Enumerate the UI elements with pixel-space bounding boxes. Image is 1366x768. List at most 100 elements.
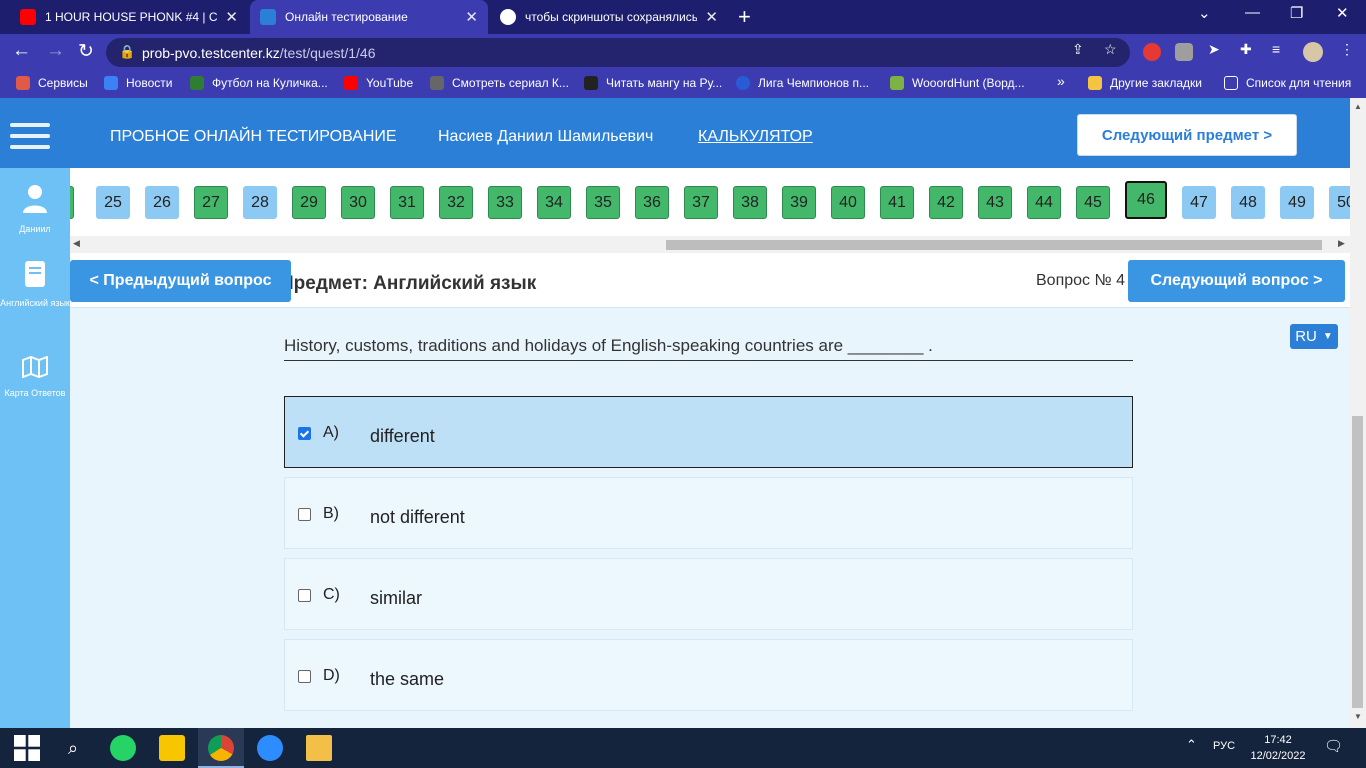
question-number[interactable]: 28 (243, 186, 277, 219)
question-number-current[interactable]: 46 (1125, 181, 1167, 219)
bookmark-manga[interactable]: Читать мангу на Ру... (584, 76, 722, 90)
bookmark-wooordhunt[interactable]: WooordHunt (Ворд... (890, 76, 1025, 90)
whatsapp-icon[interactable] (110, 735, 136, 761)
question-number[interactable]: 29 (292, 186, 326, 219)
question-number[interactable]: 27 (194, 186, 228, 219)
close-tab-icon[interactable]: ✕ (465, 8, 478, 26)
profile-avatar[interactable] (1303, 42, 1323, 62)
file-explorer-icon[interactable] (306, 735, 332, 761)
vertical-scrollbar[interactable]: ▲ ▼ (1350, 98, 1366, 728)
question-number[interactable]: 42 (929, 186, 963, 219)
question-number[interactable]: 49 (1280, 186, 1314, 219)
previous-question-button[interactable]: < Предыдущий вопрос (70, 260, 291, 302)
scroll-up-icon[interactable]: ▲ (1354, 102, 1362, 111)
windows-start-icon[interactable] (14, 735, 40, 761)
reload-icon[interactable]: ↻ (78, 40, 94, 63)
scrollbar-thumb[interactable] (1352, 416, 1363, 708)
sidebar-item-subject[interactable]: Английский язык (0, 260, 70, 310)
answer-option-c[interactable]: C) similar (284, 558, 1133, 630)
bookmark-other[interactable]: Другие закладки (1088, 76, 1202, 90)
question-number[interactable]: 40 (831, 186, 865, 219)
chevron-up-icon[interactable]: ⌃ (1186, 737, 1197, 753)
search-icon[interactable]: ⌕ (60, 735, 86, 761)
question-number[interactable]: 33 (488, 186, 522, 219)
sticky-notes-icon[interactable] (159, 735, 185, 761)
keyboard-language[interactable]: РУС (1213, 740, 1235, 752)
bookmark-youtube[interactable]: YouTube (344, 76, 413, 90)
answer-checkbox[interactable] (298, 670, 311, 683)
close-window-icon[interactable]: ✕ (1336, 4, 1349, 22)
next-subject-button[interactable]: Следующий предмет > (1077, 114, 1297, 156)
bookmark-star-icon[interactable]: ☆ (1104, 41, 1117, 58)
question-number[interactable]: 50 (1329, 186, 1350, 219)
extensions-puzzle-icon[interactable]: ✚ (1240, 41, 1252, 58)
new-tab-button[interactable]: + (738, 4, 751, 30)
bookmark-label: Футбол на Куличка... (212, 76, 328, 90)
question-number[interactable]: 48 (1231, 186, 1265, 219)
scroll-right-icon[interactable]: ▶ (1338, 238, 1345, 249)
question-number[interactable]: 26 (145, 186, 179, 219)
horizontal-scrollbar[interactable]: ◀ ▶ (70, 236, 1350, 253)
question-number[interactable]: 36 (635, 186, 669, 219)
question-number[interactable]: 34 (537, 186, 571, 219)
question-number[interactable]: 25 (96, 186, 130, 219)
question-number[interactable]: 38 (733, 186, 767, 219)
language-select[interactable]: RU ▼ (1290, 324, 1338, 349)
notifications-icon[interactable]: 🗨 (1324, 737, 1343, 755)
browser-tab-google[interactable]: чтобы скриншоты сохранялись ✕ (490, 0, 728, 34)
answer-checkbox[interactable] (298, 589, 311, 602)
browser-tab-active[interactable]: Онлайн тестирование ✕ (250, 0, 488, 34)
zoom-icon[interactable] (257, 735, 283, 761)
reading-list[interactable]: Список для чтения (1224, 76, 1351, 90)
football-icon (190, 76, 204, 90)
question-number[interactable]: 32 (439, 186, 473, 219)
question-number[interactable]: 37 (684, 186, 718, 219)
question-number[interactable]: 47 (1182, 186, 1216, 219)
question-number[interactable]: 31 (390, 186, 424, 219)
scrollbar-thumb[interactable] (666, 240, 1322, 250)
system-clock[interactable]: 17:42 12/02/2022 (1250, 732, 1306, 764)
answer-option-b[interactable]: B) not different (284, 477, 1133, 549)
extension-cursor-icon[interactable]: ➤ (1208, 41, 1220, 58)
bookmark-services[interactable]: Сервисы (16, 76, 88, 90)
hamburger-menu-icon[interactable] (10, 123, 50, 156)
close-tab-icon[interactable]: ✕ (225, 8, 238, 26)
sidebar-item-user[interactable]: Даниил (0, 184, 70, 236)
chrome-icon[interactable] (208, 735, 234, 761)
question-number[interactable]: 35 (586, 186, 620, 219)
question-number[interactable]: 41 (880, 186, 914, 219)
question-number[interactable]: 4 (70, 186, 74, 219)
next-question-button[interactable]: Следующий вопрос > (1128, 260, 1345, 302)
question-number[interactable]: 44 (1027, 186, 1061, 219)
forward-icon[interactable]: → (46, 40, 65, 62)
answer-checkbox[interactable] (298, 508, 311, 521)
back-icon[interactable]: ← (12, 40, 31, 62)
address-bar[interactable]: 🔒 prob-pvo.testcenter.kz/test/quest/1/46 (106, 38, 1130, 67)
answer-checkbox[interactable] (298, 427, 311, 440)
share-icon[interactable]: ⇪ (1072, 41, 1084, 58)
menu-kebab-icon[interactable]: ⋮ (1340, 41, 1354, 58)
question-number[interactable]: 43 (978, 186, 1012, 219)
scroll-down-icon[interactable]: ▼ (1354, 712, 1362, 721)
tab-search-icon[interactable]: ⌄ (1198, 4, 1211, 22)
question-number[interactable]: 45 (1076, 186, 1110, 219)
bookmark-football[interactable]: Футбол на Куличка... (190, 76, 328, 90)
media-control-icon[interactable]: ≡ (1272, 41, 1280, 57)
question-number[interactable]: 39 (782, 186, 816, 219)
bookmark-series[interactable]: Смотреть сериал К... (430, 76, 569, 90)
question-number[interactable]: 30 (341, 186, 375, 219)
minimize-icon[interactable]: — (1245, 4, 1260, 21)
calculator-link[interactable]: КАЛЬКУЛЯТОР (698, 128, 813, 146)
sidebar-item-answer-map[interactable]: Карта Ответов (0, 356, 70, 400)
extension-stop-icon[interactable] (1143, 43, 1161, 61)
extension-photo-icon[interactable] (1175, 43, 1193, 61)
more-bookmarks-icon[interactable]: » (1057, 73, 1065, 89)
close-tab-icon[interactable]: ✕ (705, 8, 718, 26)
scroll-left-icon[interactable]: ◀ (73, 238, 80, 249)
browser-tab-youtube[interactable]: 1 HOUR HOUSE PHONK #4 | Сбо ✕ (10, 0, 248, 34)
bookmark-news[interactable]: Новости (104, 76, 172, 90)
bookmark-champions-league[interactable]: Лига Чемпионов п... (736, 76, 869, 90)
answer-option-d[interactable]: D) the same (284, 639, 1133, 711)
restore-icon[interactable]: ❐ (1290, 4, 1303, 22)
answer-option-a[interactable]: A) different (284, 396, 1133, 468)
